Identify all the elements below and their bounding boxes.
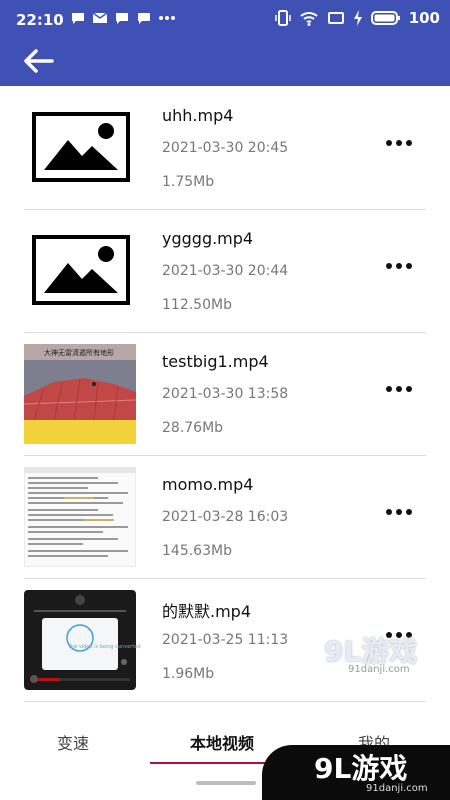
video-date: 2021-03-25 11:13	[162, 632, 289, 648]
watermark: 9L游戏 91danji.com	[324, 630, 424, 675]
video-size: 112.50Mb	[162, 297, 232, 313]
video-name: testbig1.mp4	[162, 352, 269, 371]
video-thumbnail	[24, 344, 136, 444]
more-options-icon[interactable]	[386, 261, 412, 271]
battery-icon	[370, 11, 400, 25]
mail-icon	[92, 12, 108, 23]
status-bar: 22:10 100	[0, 0, 450, 40]
video-name: uhh.mp4	[162, 106, 234, 125]
list-item[interactable]: uhh.mp4 2021-03-30 20:45 1.75Mb	[24, 86, 426, 210]
video-name: momo.mp4	[162, 475, 254, 494]
video-date: 2021-03-30 13:58	[162, 386, 289, 402]
wifi-icon	[300, 12, 318, 26]
more-options-icon[interactable]	[386, 138, 412, 148]
arrow-left-icon[interactable]	[22, 47, 54, 75]
home-indicator[interactable]	[196, 781, 256, 785]
watermark-corner: 9L游戏 91danji.com	[262, 745, 450, 800]
video-date: 2021-03-30 20:44	[162, 263, 289, 279]
message-icon	[138, 13, 150, 24]
video-name: 的默默.mp4	[162, 602, 252, 621]
app-header: 22:10 100	[0, 0, 450, 86]
list-item[interactable]: ygggg.mp4 2021-03-30 20:44 112.50Mb	[24, 209, 426, 333]
image-placeholder-icon	[32, 112, 130, 182]
video-thumbnail	[24, 590, 136, 690]
image-placeholder-icon	[32, 235, 130, 305]
system-icons: 100	[274, 9, 440, 27]
thumbnail-caption: The video is being converted	[68, 644, 141, 650]
vibrate-icon	[274, 10, 291, 26]
watermark-logo: 9L游戏	[314, 752, 408, 785]
video-size: 1.75Mb	[162, 174, 215, 190]
video-thumbnail	[24, 467, 136, 567]
thumbnail-caption: 大神无雷清遁所有地形	[44, 349, 114, 357]
notification-icons	[70, 10, 176, 26]
message-icon	[72, 13, 84, 24]
watermark-url: 91danji.com	[366, 783, 428, 794]
watermark-url: 91danji.com	[348, 664, 410, 675]
tab-speed[interactable]: 变速	[57, 730, 89, 754]
battery-level: 100	[408, 9, 440, 27]
screen-rotate-icon	[327, 12, 344, 24]
video-date: 2021-03-28 16:03	[162, 509, 289, 525]
video-size: 28.76Mb	[162, 420, 224, 436]
video-size: 1.96Mb	[162, 666, 215, 682]
video-name: ygggg.mp4	[162, 229, 254, 248]
video-size: 145.63Mb	[162, 543, 232, 559]
more-dots-icon	[159, 16, 175, 20]
status-time: 22:10	[16, 11, 64, 29]
tab-local-video[interactable]: 本地视频	[190, 730, 254, 754]
more-options-icon[interactable]	[386, 384, 412, 394]
message-icon	[116, 13, 128, 24]
list-item[interactable]: momo.mp4 2021-03-28 16:03 145.63Mb	[24, 455, 426, 579]
list-item[interactable]: 大神无雷清遁所有地形 testbig1.mp4 2021-03-30 13:58…	[24, 332, 426, 456]
more-options-icon[interactable]	[386, 507, 412, 517]
charging-icon	[353, 10, 362, 26]
video-date: 2021-03-30 20:45	[162, 140, 289, 156]
